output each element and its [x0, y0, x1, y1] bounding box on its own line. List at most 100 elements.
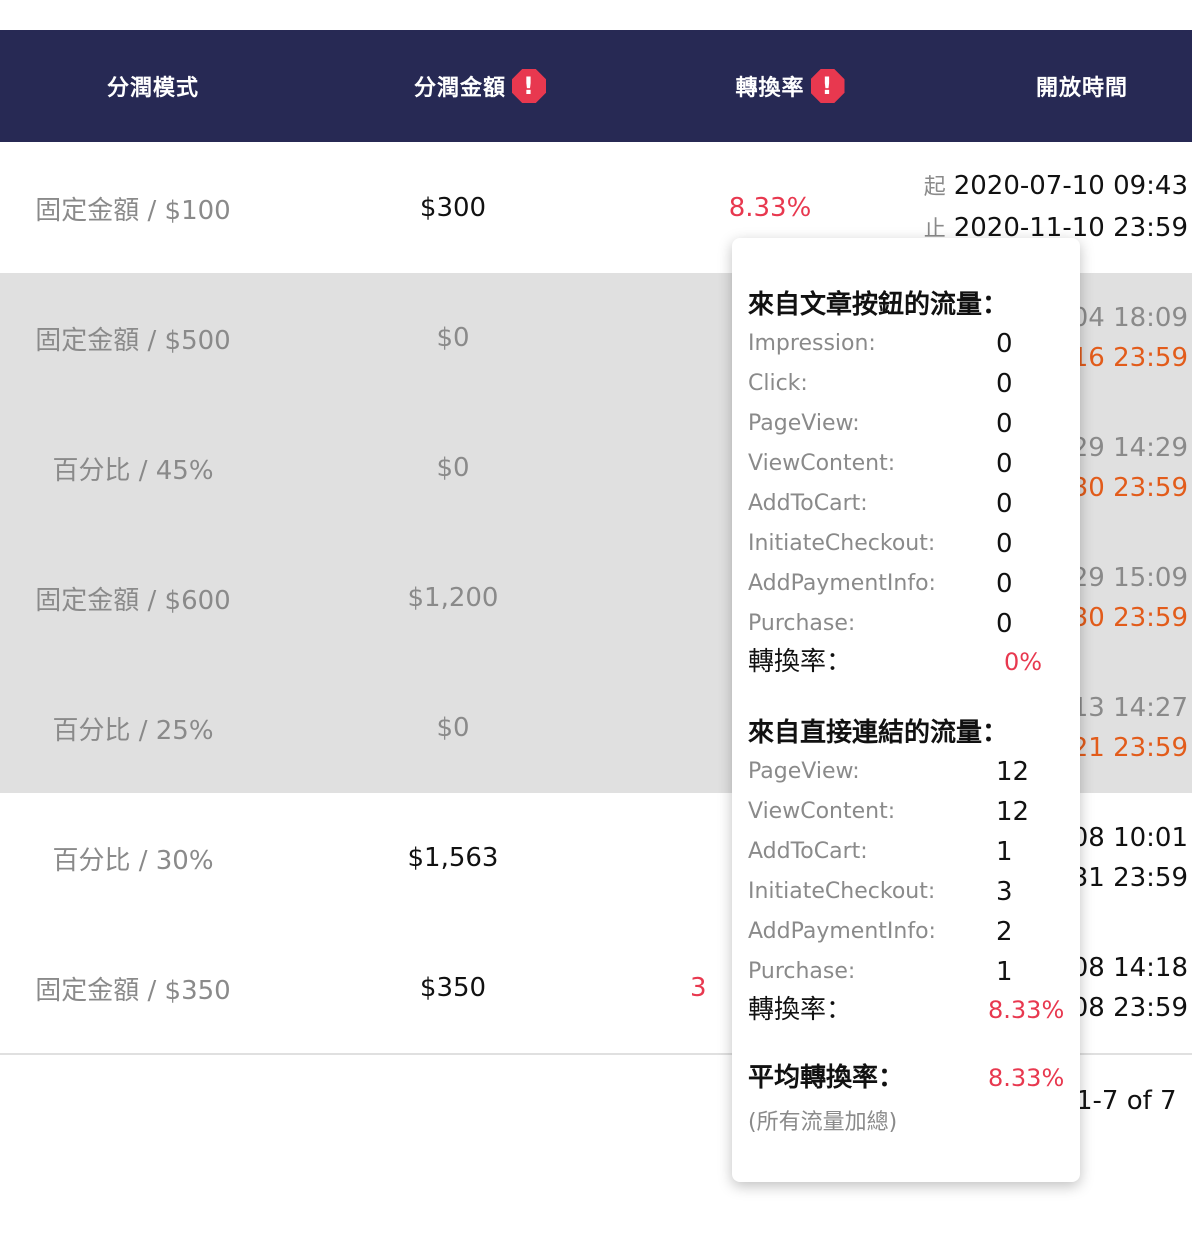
stat-label: Purchase:: [748, 611, 856, 636]
open-time: 08 14:18 08 23:59: [1072, 923, 1188, 1053]
start-label: 起: [923, 175, 946, 200]
stat-value: 0: [996, 489, 1013, 519]
stat-label: ViewContent:: [748, 451, 896, 476]
stat-row: InitiateCheckout: 0: [748, 524, 1058, 564]
profit-mode: 百分比 / 25%: [52, 715, 214, 746]
stat-label: Impression:: [748, 331, 876, 356]
stat-label: AddToCart:: [748, 839, 868, 864]
stat-label: InitiateCheckout:: [748, 531, 936, 556]
section-title-direct: 來自直接連結的流量：: [748, 718, 1009, 748]
open-time: 13 14:27 21 23:59: [1072, 663, 1188, 793]
end-time: 30 23:59: [1071, 603, 1188, 633]
stat-row: AddPaymentInfo: 2: [748, 912, 1058, 952]
start-time: 04 18:09: [1071, 303, 1188, 333]
table-header: 分潤模式 分潤金額 ! 轉換率 ! 開放時間: [0, 30, 1192, 142]
profit-amount: $0: [436, 453, 470, 483]
start-time: 2020-07-10 09:43: [953, 171, 1188, 201]
profit-amount: $0: [436, 323, 470, 353]
stat-row: AddPaymentInfo: 0: [748, 564, 1058, 604]
stat-value: 0: [996, 409, 1013, 439]
rate-value: 0%: [1004, 648, 1043, 676]
profit-mode: 固定金額 / $100: [35, 195, 231, 226]
profit-mode: 固定金額 / $600: [35, 585, 231, 616]
stat-value: 12: [996, 797, 1030, 827]
pagination-info: 1-7 of 7: [1076, 1086, 1177, 1116]
stat-value: 1: [996, 957, 1013, 987]
profit-amount: $0: [436, 713, 470, 743]
header-time-label: 開放時間: [1035, 76, 1128, 101]
stat-row: Purchase: 1: [748, 952, 1058, 992]
stat-value: 0: [996, 569, 1013, 599]
end-time: 30 23:59: [1071, 473, 1188, 503]
open-time: 29 15:09 30 23:59: [1072, 533, 1188, 663]
profit-amount: $1,200: [407, 583, 499, 613]
header-mode-label: 分潤模式: [106, 76, 199, 101]
header-rate: 轉換率 !: [700, 30, 880, 142]
stat-row: AddToCart: 1: [748, 832, 1058, 872]
profit-mode: 百分比 / 45%: [52, 455, 214, 486]
stat-row: Click: 0: [748, 364, 1058, 404]
profit-mode: 固定金額 / $500: [35, 325, 231, 356]
end-time: 08 23:59: [1071, 993, 1188, 1023]
rate-row: 轉換率： 0%: [748, 642, 1058, 682]
stat-label: InitiateCheckout:: [748, 879, 936, 904]
stat-label: AddPaymentInfo:: [748, 919, 936, 944]
stat-row: ViewContent: 0: [748, 444, 1058, 484]
stat-value: 0: [996, 609, 1013, 639]
header-time: 開放時間: [1000, 30, 1164, 142]
start-time: 29 15:09: [1071, 563, 1188, 593]
end-time: 21 23:59: [1071, 733, 1188, 763]
stat-row: Purchase: 0: [748, 604, 1058, 644]
stat-label: Click:: [748, 371, 808, 396]
end-time: 31 23:59: [1071, 863, 1188, 893]
stat-label: AddPaymentInfo:: [748, 571, 936, 596]
header-mode: 分潤模式: [40, 30, 266, 142]
stat-row: PageView: 12: [748, 752, 1058, 792]
open-time: 04 18:09 16 23:59: [1072, 273, 1188, 403]
stat-value: 0: [996, 529, 1013, 559]
stat-label: Purchase:: [748, 959, 856, 984]
rate-label: 轉換率：: [748, 647, 853, 677]
warning-icon[interactable]: !: [810, 69, 845, 103]
header-amount: 分潤金額 !: [380, 30, 580, 142]
end-time: 16 23:59: [1071, 343, 1188, 373]
header-rate-label: 轉換率: [735, 76, 805, 101]
stat-row: ViewContent: 12: [748, 792, 1058, 832]
section-title-article: 來自文章按鈕的流量：: [748, 290, 1009, 320]
avg-rate-label: 平均轉換率：: [748, 1063, 905, 1093]
start-time: 13 14:27: [1071, 693, 1188, 723]
stat-label: ViewContent:: [748, 799, 896, 824]
stat-row: Impression: 0: [748, 324, 1058, 364]
header-amount-label: 分潤金額: [413, 76, 506, 101]
stat-value: 12: [996, 757, 1030, 787]
stat-value: 0: [996, 329, 1013, 359]
profit-mode: 固定金額 / $350: [35, 975, 231, 1006]
rate-value: 8.33%: [988, 996, 1065, 1024]
stat-value: 0: [996, 449, 1013, 479]
profit-amount: $300: [419, 193, 487, 223]
avg-rate-value: 8.33%: [988, 1064, 1065, 1092]
stat-row: AddToCart: 0: [748, 484, 1058, 524]
start-time: 08 14:18: [1071, 953, 1188, 983]
profit-mode: 百分比 / 30%: [52, 845, 214, 876]
stat-row: InitiateCheckout: 3: [748, 872, 1058, 912]
open-time: 29 14:29 30 23:59: [1072, 403, 1188, 533]
start-time: 08 10:01: [1071, 823, 1188, 853]
start-time: 29 14:29: [1071, 433, 1188, 463]
avg-rate-note: (所有流量加總): [748, 1110, 898, 1135]
stat-label: AddToCart:: [748, 491, 868, 516]
open-time: 08 10:01 31 23:59: [1072, 793, 1188, 923]
avg-rate-row: 平均轉換率： 8.33%: [748, 1058, 1064, 1098]
rate-row: 轉換率： 8.33%: [748, 990, 1064, 1030]
rate-label: 轉換率：: [748, 995, 853, 1025]
stat-label: PageView:: [748, 411, 860, 436]
stat-value: 3: [996, 877, 1013, 907]
stat-value: 0: [996, 369, 1013, 399]
stat-value: 2: [996, 917, 1013, 947]
profit-amount: $1,563: [407, 843, 499, 873]
profit-amount: $350: [419, 973, 487, 1003]
warning-icon[interactable]: !: [512, 69, 546, 103]
stat-label: PageView:: [748, 759, 860, 784]
stat-value: 1: [996, 837, 1013, 867]
stat-row: PageView: 0: [748, 404, 1058, 444]
